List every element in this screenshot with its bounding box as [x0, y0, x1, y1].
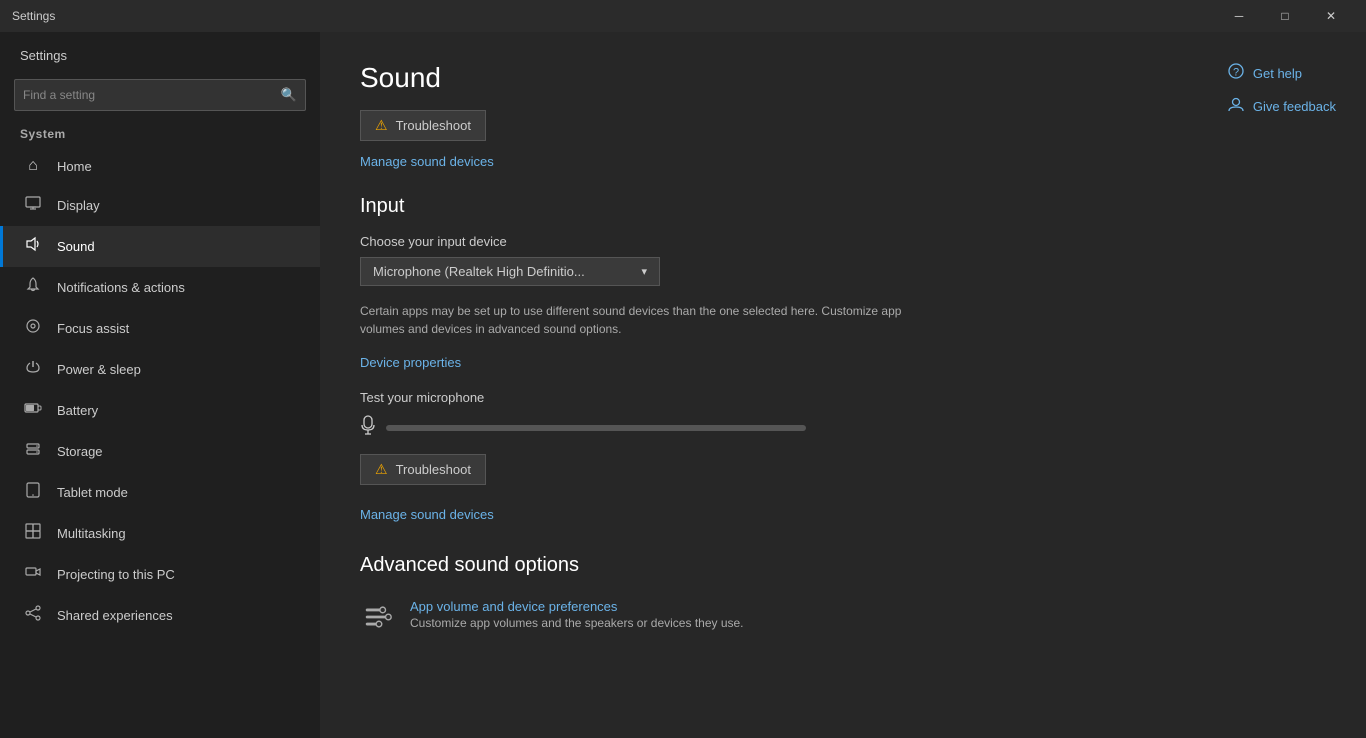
help-panel: ? Get help Give feedback [1227, 62, 1336, 118]
search-input[interactable] [23, 88, 281, 102]
get-help-icon: ? [1227, 62, 1245, 85]
sidebar-item-label: Display [57, 198, 100, 213]
battery-icon [23, 400, 43, 421]
manage-devices-top-link[interactable]: Manage sound devices [360, 154, 494, 169]
sidebar-header: Settings [0, 32, 320, 71]
sidebar-item-label: Tablet mode [57, 485, 128, 500]
sidebar-item-tablet[interactable]: Tablet mode [0, 472, 320, 513]
search-box[interactable]: 🔍 [14, 79, 306, 111]
input-device-label: Choose your input device [360, 234, 1326, 249]
home-icon: ⌂ [23, 157, 43, 175]
sidebar-item-label: Battery [57, 403, 98, 418]
troubleshoot-bottom-button[interactable]: ⚠ Troubleshoot [360, 454, 486, 485]
system-label: System [0, 123, 320, 147]
get-help-link[interactable]: ? Get help [1227, 62, 1336, 85]
sidebar-item-label: Projecting to this PC [57, 567, 175, 582]
sidebar-item-label: Multitasking [57, 526, 126, 541]
dropdown-arrow-icon: ▾ [641, 265, 647, 278]
window-controls: ─ □ ✕ [1216, 0, 1354, 32]
sidebar-item-sound[interactable]: Sound [0, 226, 320, 267]
test-mic-label: Test your microphone [360, 390, 1326, 405]
focus-icon [23, 318, 43, 339]
tablet-icon [23, 482, 43, 503]
projecting-icon [23, 564, 43, 585]
sidebar-item-label: Notifications & actions [57, 280, 185, 295]
sidebar-item-storage[interactable]: Storage [0, 431, 320, 472]
main-content: ? Get help Give feedback Sound ⚠ Troubl [320, 32, 1366, 738]
notifications-icon [23, 277, 43, 298]
mic-level-track [386, 425, 806, 431]
sidebar-item-label: Storage [57, 444, 103, 459]
maximize-button[interactable]: □ [1262, 0, 1308, 32]
manage-devices-bottom-link[interactable]: Manage sound devices [360, 507, 494, 522]
sidebar-item-power[interactable]: Power & sleep [0, 349, 320, 390]
give-feedback-icon [1227, 95, 1245, 118]
sidebar-item-battery[interactable]: Battery [0, 390, 320, 431]
mic-bar-row [360, 415, 1326, 440]
display-icon [23, 195, 43, 216]
sidebar-item-label: Power & sleep [57, 362, 141, 377]
app-vol-icon [360, 599, 396, 635]
sidebar: Settings 🔍 System ⌂ Home Display [0, 32, 320, 738]
search-icon[interactable]: 🔍 [281, 87, 297, 103]
sound-icon [23, 236, 43, 257]
sidebar-item-shared[interactable]: Shared experiences [0, 595, 320, 636]
get-help-label: Get help [1253, 66, 1302, 81]
advanced-sound-section: Advanced sound options App volume and de… [360, 554, 1326, 641]
sidebar-item-label: Home [57, 159, 92, 174]
power-icon [23, 359, 43, 380]
shared-icon [23, 605, 43, 626]
troubleshoot-bottom-label: Troubleshoot [396, 462, 471, 477]
device-properties-link[interactable]: Device properties [360, 355, 461, 370]
sidebar-item-projecting[interactable]: Projecting to this PC [0, 554, 320, 595]
svg-text:?: ? [1233, 67, 1239, 79]
advanced-section-title: Advanced sound options [360, 554, 1326, 577]
sidebar-item-home[interactable]: ⌂ Home [0, 147, 320, 185]
multitasking-icon [23, 523, 43, 544]
app-vol-title[interactable]: App volume and device preferences [410, 599, 744, 614]
app-body: Settings 🔍 System ⌂ Home Display [0, 32, 1366, 738]
app-title: Settings [12, 9, 55, 23]
warn-icon-top: ⚠ [375, 117, 388, 134]
troubleshoot-top-label: Troubleshoot [396, 118, 471, 133]
sidebar-item-focus[interactable]: Focus assist [0, 308, 320, 349]
app-vol-texts: App volume and device preferences Custom… [410, 599, 744, 630]
warn-icon-bottom: ⚠ [375, 461, 388, 478]
sidebar-item-display[interactable]: Display [0, 185, 320, 226]
troubleshoot-top-button[interactable]: ⚠ Troubleshoot [360, 110, 486, 141]
sidebar-item-label: Shared experiences [57, 608, 173, 623]
sidebar-item-label: Focus assist [57, 321, 129, 336]
input-device-dropdown[interactable]: Microphone (Realtek High Definitio... ▾ [360, 257, 660, 286]
close-button[interactable]: ✕ [1308, 0, 1354, 32]
input-section-title: Input [360, 195, 1326, 218]
microphone-icon [360, 415, 376, 440]
title-bar: Settings ─ □ ✕ [0, 0, 1366, 32]
give-feedback-label: Give feedback [1253, 99, 1336, 114]
minimize-button[interactable]: ─ [1216, 0, 1262, 32]
app-vol-card: App volume and device preferences Custom… [360, 593, 1326, 641]
give-feedback-link[interactable]: Give feedback [1227, 95, 1336, 118]
sidebar-item-multitasking[interactable]: Multitasking [0, 513, 320, 554]
page-title: Sound [360, 62, 1326, 94]
input-device-value: Microphone (Realtek High Definitio... [373, 264, 585, 279]
app-vol-desc: Customize app volumes and the speakers o… [410, 616, 744, 630]
input-description: Certain apps may be set up to use differ… [360, 302, 940, 338]
sidebar-item-notifications[interactable]: Notifications & actions [0, 267, 320, 308]
sidebar-item-label: Sound [57, 239, 95, 254]
storage-icon [23, 441, 43, 462]
